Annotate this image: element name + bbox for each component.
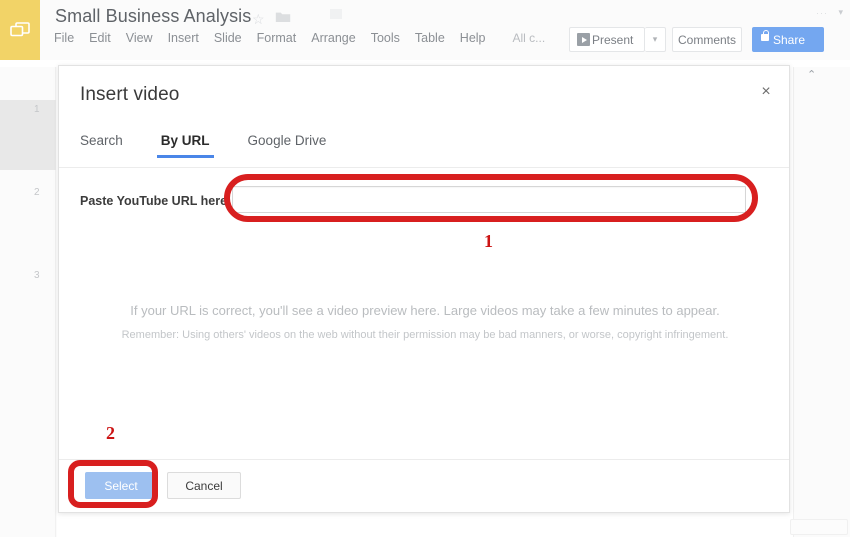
menu-table[interactable]: Table bbox=[415, 31, 445, 45]
slide-number: 2 bbox=[34, 187, 40, 198]
footer-divider bbox=[59, 459, 789, 460]
close-icon[interactable]: × bbox=[757, 84, 775, 102]
tabs-divider bbox=[59, 167, 789, 168]
right-side-panel bbox=[793, 67, 850, 537]
menu-format[interactable]: Format bbox=[257, 31, 297, 45]
present-dropdown-caret[interactable]: ▾ bbox=[645, 27, 666, 52]
comments-button[interactable]: Comments bbox=[672, 27, 742, 52]
lock-icon bbox=[761, 29, 770, 41]
slide-thumb-selected[interactable] bbox=[0, 100, 56, 170]
dialog-tabs: Search By URL Google Drive bbox=[80, 133, 326, 158]
preview-helper-text: If your URL is correct, you'll see a vid… bbox=[130, 303, 720, 318]
youtube-url-input[interactable] bbox=[232, 186, 746, 213]
menu-arrange[interactable]: Arrange bbox=[311, 31, 355, 45]
chevron-up-icon[interactable]: ⌃ bbox=[807, 68, 816, 81]
present-play-icon bbox=[577, 33, 590, 46]
menu-help[interactable]: Help bbox=[460, 31, 486, 45]
dialog-title: Insert video bbox=[80, 84, 180, 105]
copyright-notice-text: Remember: Using others' videos on the we… bbox=[121, 329, 729, 341]
bottom-right-control[interactable] bbox=[790, 519, 848, 535]
slide-number: 3 bbox=[34, 270, 40, 281]
star-icon[interactable]: ☆ bbox=[252, 11, 265, 28]
cancel-button[interactable]: Cancel bbox=[167, 472, 241, 499]
menu-view[interactable]: View bbox=[126, 31, 153, 45]
menu-insert[interactable]: Insert bbox=[168, 31, 199, 45]
url-field-label: Paste YouTube URL here: bbox=[80, 194, 232, 208]
menu-tools[interactable]: Tools bbox=[371, 31, 400, 45]
document-title[interactable]: Small Business Analysis bbox=[55, 6, 251, 27]
save-status: All c... bbox=[512, 31, 546, 45]
slides-logo-icon[interactable] bbox=[0, 0, 40, 60]
present-button[interactable]: Present bbox=[569, 27, 645, 52]
annotation-label-1: 1 bbox=[484, 231, 493, 251]
slide-number: 1 bbox=[34, 104, 40, 115]
chevron-down-icon[interactable]: ▾ bbox=[838, 7, 843, 18]
share-button-label: Share bbox=[773, 32, 806, 47]
account-dots[interactable]: ··· bbox=[816, 8, 828, 18]
menu-bar: File Edit View Insert Slide Format Arran… bbox=[54, 31, 545, 45]
tab-by-url[interactable]: By URL bbox=[156, 133, 214, 158]
insert-video-dialog: Insert video × Search By URL Google Driv… bbox=[58, 65, 790, 513]
google-slides-window: Small Business Analysis ☆ File Edit View… bbox=[0, 0, 850, 537]
menu-slide[interactable]: Slide bbox=[214, 31, 242, 45]
toolbar-placeholder bbox=[330, 9, 342, 19]
tab-search[interactable]: Search bbox=[80, 133, 123, 158]
menu-edit[interactable]: Edit bbox=[89, 31, 111, 45]
menu-file[interactable]: File bbox=[54, 31, 74, 45]
present-button-label: Present bbox=[592, 32, 634, 47]
slide-filmstrip[interactable]: 1 2 3 bbox=[0, 67, 56, 537]
annotation-label-2: 2 bbox=[106, 423, 115, 443]
select-button[interactable]: Select bbox=[85, 472, 157, 499]
tab-google-drive[interactable]: Google Drive bbox=[248, 133, 327, 158]
share-button[interactable]: Share bbox=[752, 27, 824, 52]
folder-icon[interactable] bbox=[275, 11, 291, 29]
